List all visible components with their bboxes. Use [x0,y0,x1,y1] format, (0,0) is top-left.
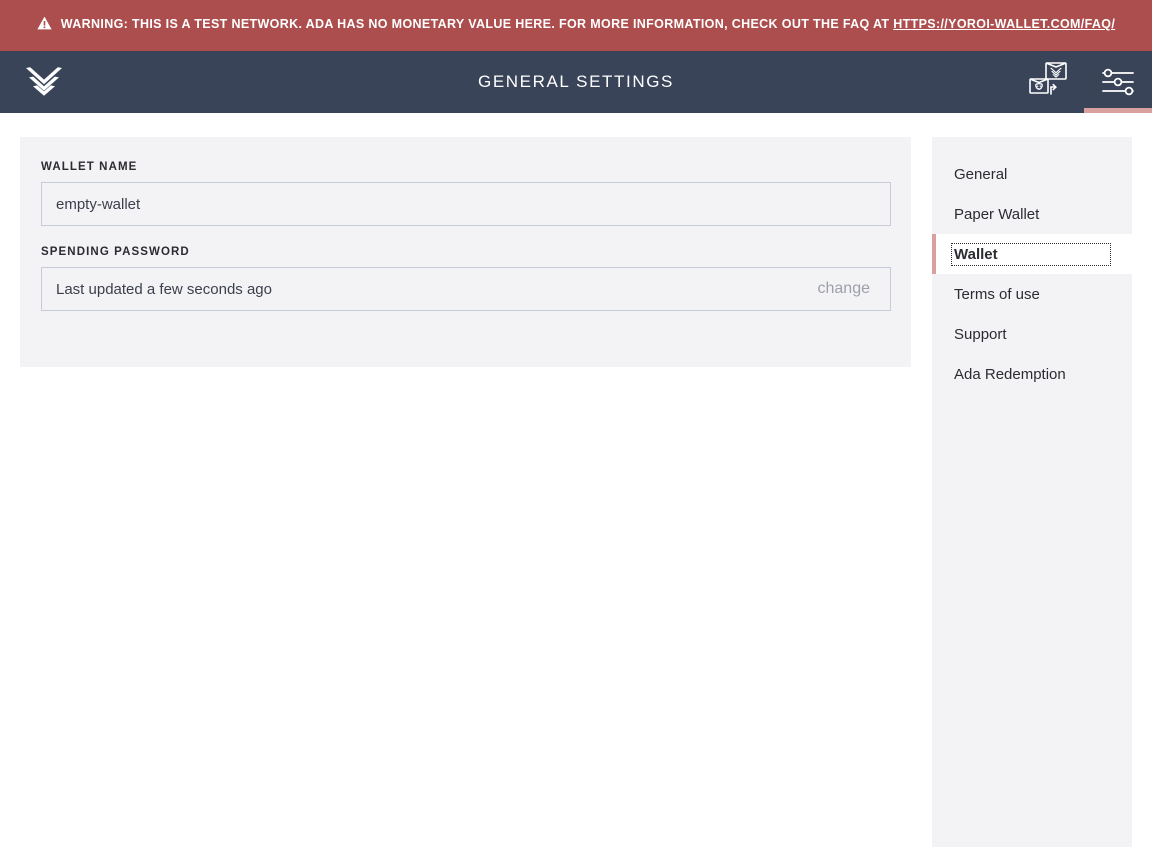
sidebar-item-ada-redemption[interactable]: Ada Redemption [932,354,1132,394]
wallet-switch-icon[interactable] [1016,51,1084,113]
warning-message: WARNING: THIS IS A TEST NETWORK. ADA HAS… [60,17,894,31]
wallet-settings-panel: WALLET NAME empty-wallet SPENDING PASSWO… [20,137,911,367]
sidebar-item-label: Wallet [951,242,1111,266]
wallet-name-value: empty-wallet [56,195,141,213]
sidebar-item-label: Ada Redemption [954,365,1066,383]
sidebar-item-support[interactable]: Support [932,314,1132,354]
spending-password-label: SPENDING PASSWORD [41,246,190,258]
spending-password-status: Last updated a few seconds ago [56,280,272,298]
wallet-name-field-group: WALLET NAME empty-wallet [41,161,891,226]
sidebar-item-label: General [954,165,1008,183]
settings-sliders-icon[interactable] [1084,51,1152,113]
sidebar-item-paper-wallet[interactable]: Paper Wallet [932,194,1132,234]
wallet-name-label: WALLET NAME [41,161,138,173]
settings-menu: General Paper Wallet Wallet Terms of use… [932,137,1132,847]
sidebar-item-label: Paper Wallet [954,205,1040,223]
nav-actions [1016,51,1152,113]
spending-password-field-group: SPENDING PASSWORD Last updated a few sec… [41,246,891,311]
sidebar-item-terms-of-use[interactable]: Terms of use [932,274,1132,314]
sidebar-item-label: Terms of use [954,285,1040,303]
sidebar-item-label: Support [954,325,1007,343]
wallet-name-input[interactable]: empty-wallet [41,182,891,226]
sidebar-item-wallet[interactable]: Wallet [932,234,1132,274]
top-navigation-bar: GENERAL SETTINGS [0,51,1152,113]
test-network-warning-banner: WARNING: THIS IS A TEST NETWORK. ADA HAS… [0,0,1152,51]
page-title: GENERAL SETTINGS [478,72,674,91]
warning-triangle-icon [37,16,52,37]
sidebar-item-general[interactable]: General [932,154,1132,194]
warning-banner-text: WARNING: THIS IS A TEST NETWORK. ADA HAS… [37,14,1115,37]
spending-password-input[interactable]: Last updated a few seconds ago change [41,267,891,311]
change-password-button[interactable]: change [818,280,877,298]
faq-link[interactable]: HTTPS://YOROI-WALLET.COM/FAQ/ [893,17,1115,31]
